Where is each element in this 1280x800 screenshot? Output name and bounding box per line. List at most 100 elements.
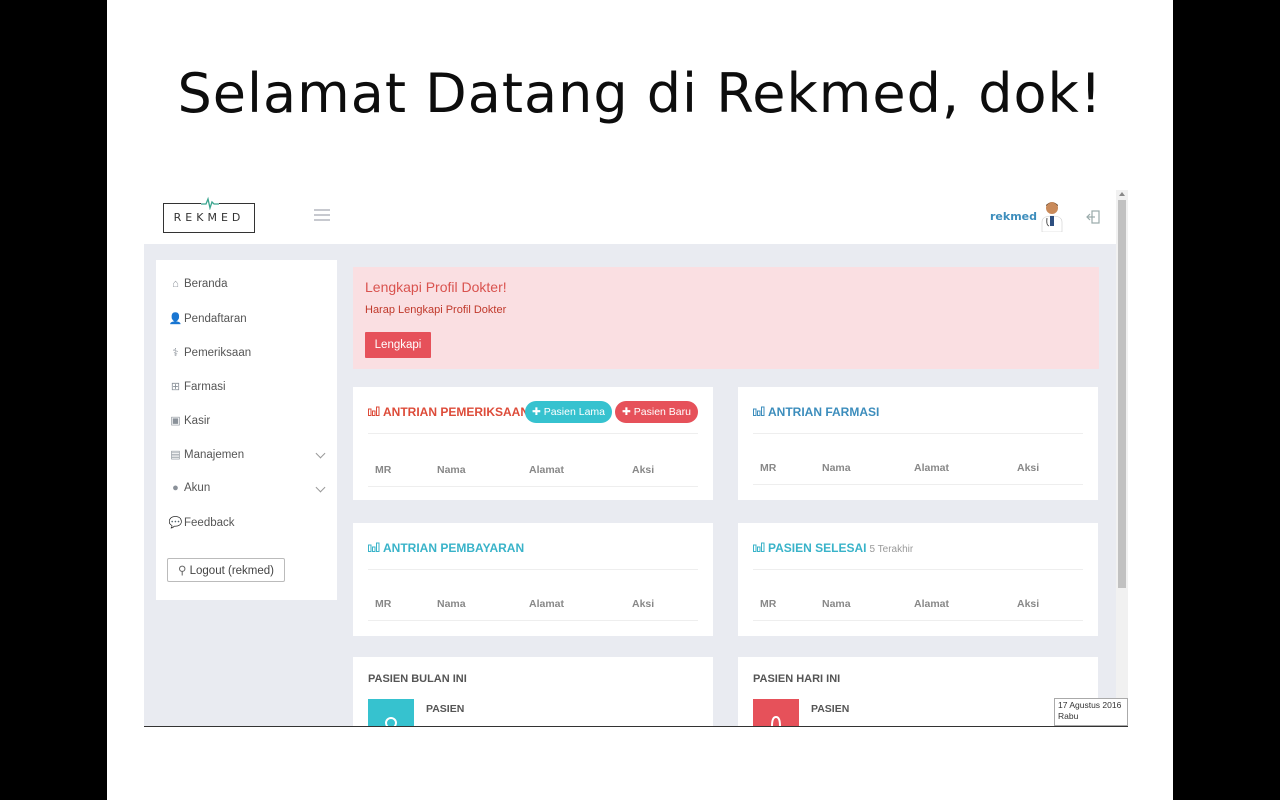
divider <box>144 726 1128 727</box>
column-header: Aksi <box>632 464 655 476</box>
sidebar-item-feedback[interactable]: 💬 Feedback <box>168 516 328 534</box>
panel-title: ANTRIAN FARMASI <box>753 405 879 419</box>
pasien-bulan-ini-panel: PASIEN BULAN INI PASIEN <box>353 657 713 727</box>
sidebar-item-pemeriksaan[interactable]: ⚕ Pemeriksaan <box>168 346 328 364</box>
panel-title: PASIEN SELESAI 5 Terakhir <box>753 541 913 555</box>
panel-subtitle: 5 Terakhir <box>869 544 914 555</box>
sidebar-item-label: Kasir <box>184 415 211 427</box>
column-header: Alamat <box>914 462 950 474</box>
table-header: MR Nama Alamat Aksi <box>753 598 1083 621</box>
user-icon: ● <box>172 482 179 494</box>
divider <box>368 433 698 434</box>
chevron-down-icon <box>315 482 326 493</box>
bar-chart-icon <box>368 541 380 555</box>
doctor-avatar[interactable] <box>1040 200 1064 233</box>
column-header: MR <box>760 598 777 610</box>
panel-title: ANTRIAN PEMBAYARAN <box>368 541 524 555</box>
divider <box>368 569 698 570</box>
sidebar-item-akun[interactable]: ● Akun <box>168 482 328 500</box>
medkit-icon: ⊞ <box>170 381 181 393</box>
panel-title: PASIEN BULAN INI <box>368 673 467 685</box>
sidebar-item-label: Feedback <box>184 517 235 529</box>
sidebar-item-label: Beranda <box>184 278 228 290</box>
column-header: MR <box>760 462 777 474</box>
alert-message: Harap Lengkapi Profil Dokter <box>365 304 507 316</box>
home-icon: ⌂ <box>172 278 179 290</box>
table-header: MR Nama Alamat Aksi <box>753 462 1083 485</box>
scroll-up-arrow-icon[interactable] <box>1119 192 1125 196</box>
logout-label: Logout (rekmed) <box>189 565 274 577</box>
pasien-lama-button[interactable]: ✚ Pasien Lama <box>525 401 612 423</box>
column-header: Alamat <box>529 464 565 476</box>
stat-label: PASIEN <box>811 703 850 715</box>
bar-chart-icon <box>753 541 765 555</box>
lengkapi-button[interactable]: Lengkapi <box>365 332 431 358</box>
clock-day: Rabu <box>1058 711 1079 721</box>
taskbar-clock-tooltip: 17 Agustus 2016 Rabu <box>1054 698 1128 726</box>
bar-chart-icon <box>753 405 765 419</box>
stethoscope-icon: ⚕ <box>172 347 179 359</box>
sidebar-item-farmasi[interactable]: ⊞ Farmasi <box>168 380 328 398</box>
sidebar-item-pendaftaran[interactable]: 👤 Pendaftaran <box>168 312 328 330</box>
column-header: Aksi <box>1017 598 1040 610</box>
panel-title-text: PASIEN SELESAI <box>768 541 867 555</box>
panel-title-text: ANTRIAN FARMASI <box>768 405 880 419</box>
pasien-baru-button[interactable]: ✚ Pasien Baru <box>615 401 698 423</box>
sidebar-item-label: Farmasi <box>184 381 226 393</box>
user-md-icon <box>368 699 414 727</box>
vertical-scrollbar[interactable] <box>1116 190 1128 727</box>
antrian-pembayaran-panel: ANTRIAN PEMBAYARAN MR Nama Alamat Aksi <box>353 523 713 636</box>
column-header: Nama <box>822 598 851 610</box>
pasien-lama-label: Pasien Lama <box>543 406 606 418</box>
sign-out-icon[interactable] <box>1086 209 1100 224</box>
sidebar-item-label: Pendaftaran <box>184 313 247 325</box>
antrian-pemeriksaan-panel: ANTRIAN PEMERIKSAAN ✚ Pasien Lama ✚ Pasi… <box>353 387 713 500</box>
bar-chart-icon <box>368 405 380 419</box>
table-header: MR Nama Alamat Aksi <box>368 598 698 621</box>
pasien-hari-ini-panel: PASIEN HARI INI PASIEN <box>738 657 1098 727</box>
user-md-icon <box>753 699 799 727</box>
panel-title: ANTRIAN PEMERIKSAAN <box>368 405 529 419</box>
sidebar-item-manajemen[interactable]: ▤ Manajemen <box>168 448 328 466</box>
pasien-baru-label: Pasien Baru <box>633 406 691 418</box>
column-header: Nama <box>437 598 466 610</box>
slide-title: Selamat Datang di Rekmed, dok! <box>177 62 1103 125</box>
sidebar: ⌂ Beranda 👤 Pendaftaran ⚕ Pemeriksaan ⊞ Farm… <box>156 260 337 600</box>
logo-text: REKMED <box>173 211 245 224</box>
top-navbar: REKMED rekmed <box>144 190 1116 244</box>
logout-button[interactable]: ⚲ Logout (rekmed) <box>167 558 285 582</box>
alert-title: Lengkapi Profil Dokter! <box>365 279 507 295</box>
menu-toggle-icon[interactable] <box>314 209 330 224</box>
money-icon: ▣ <box>170 415 181 427</box>
column-header: Aksi <box>632 598 655 610</box>
column-header: MR <box>375 598 392 610</box>
column-header: Alamat <box>914 598 950 610</box>
sidebar-item-beranda[interactable]: ⌂ Beranda <box>168 278 328 296</box>
panel-title: PASIEN HARI INI <box>753 673 841 685</box>
comments-icon: 💬 <box>168 517 183 529</box>
column-header: MR <box>375 464 392 476</box>
key-icon: ⚲ <box>177 565 187 577</box>
stat-label: PASIEN <box>426 703 465 715</box>
pulse-icon <box>201 195 219 211</box>
divider <box>753 569 1083 570</box>
column-header: Nama <box>437 464 466 476</box>
plus-icon: ✚ <box>622 406 631 418</box>
column-header: Aksi <box>1017 462 1040 474</box>
antrian-farmasi-panel: ANTRIAN FARMASI MR Nama Alamat Aksi <box>738 387 1098 500</box>
sidebar-item-kasir[interactable]: ▣ Kasir <box>168 414 328 432</box>
user-name[interactable]: rekmed <box>990 210 1037 223</box>
plus-icon: ✚ <box>531 406 541 418</box>
table-header: MR Nama Alamat Aksi <box>368 464 698 487</box>
column-header: Alamat <box>529 598 565 610</box>
profile-alert: Lengkapi Profil Dokter! Harap Lengkapi P… <box>353 267 1099 369</box>
scroll-thumb[interactable] <box>1118 200 1126 588</box>
app-logo[interactable]: REKMED <box>163 195 255 233</box>
pasien-selesai-panel: PASIEN SELESAI 5 Terakhir MR Nama Alamat … <box>738 523 1098 636</box>
sidebar-item-label: Manajemen <box>184 449 245 461</box>
chevron-down-icon <box>315 448 326 459</box>
clock-date: 17 Agustus 2016 <box>1058 700 1122 710</box>
sidebar-item-label: Akun <box>184 482 211 494</box>
panel-title-text: ANTRIAN PEMBAYARAN <box>383 541 525 555</box>
app-screenshot: REKMED rekmed ⌂ Beranda 👤 Pendaftaran ⚕ … <box>144 190 1128 727</box>
